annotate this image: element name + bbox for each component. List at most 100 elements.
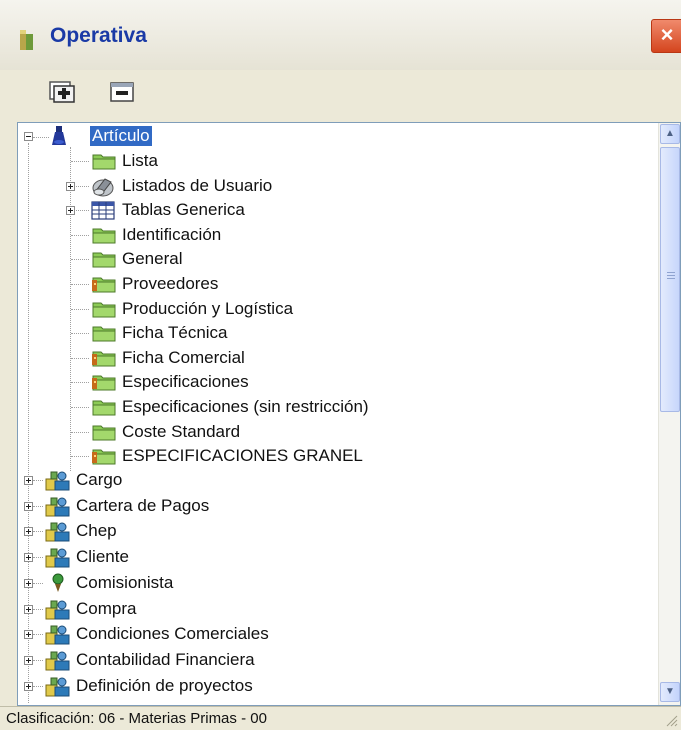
tree-connector	[71, 382, 89, 384]
tree-label[interactable]: Ficha Técnica	[122, 323, 228, 343]
expand-toggle[interactable]	[24, 476, 33, 485]
folder-key-icon	[91, 372, 117, 397]
expand-toggle[interactable]	[66, 181, 75, 191]
tree-connector	[71, 259, 89, 261]
flask-icon	[51, 125, 67, 152]
tree-label[interactable]: Condiciones Comerciales	[76, 624, 269, 644]
collapse-all-button[interactable]	[108, 78, 136, 104]
scroll-down-arrow-icon[interactable]: ▼	[660, 682, 680, 702]
module-icon	[45, 546, 71, 573]
tree-connector	[71, 333, 89, 335]
reports-icon	[91, 176, 115, 203]
tree-connector	[71, 357, 89, 359]
thumb-grip	[667, 275, 675, 276]
tree-label[interactable]: Cartera de Pagos	[76, 496, 209, 516]
tree-label[interactable]: Producción y Logística	[122, 299, 293, 319]
tree-label[interactable]: Especificaciones	[122, 372, 249, 392]
tree-label[interactable]: Chep	[76, 521, 117, 541]
scroll-up-arrow-icon[interactable]: ▲	[660, 124, 680, 144]
tree-connector	[71, 456, 89, 458]
title-bar[interactable]: Operativa ×	[0, 0, 681, 70]
tree-label[interactable]: Identificación	[122, 225, 221, 245]
module-icon	[45, 598, 71, 625]
tree-connector	[33, 531, 43, 533]
folder-icon	[91, 422, 117, 447]
expand-toggle[interactable]	[24, 553, 33, 563]
expand-toggle[interactable]	[24, 527, 33, 537]
tree-connector	[33, 685, 43, 687]
collapse-toggle[interactable]	[24, 132, 33, 141]
expand-toggle[interactable]	[24, 578, 33, 588]
tree-label[interactable]: Lista	[122, 151, 158, 171]
expand-toggle[interactable]	[24, 630, 33, 640]
scroll-thumb[interactable]	[660, 147, 680, 412]
window-title: Operativa	[50, 24, 147, 47]
tree-label[interactable]: Contabilidad Financiera	[76, 650, 255, 670]
tree-view[interactable]: Artículo Lista Listados de Usuario Tablas …	[17, 122, 681, 706]
vertical-scrollbar[interactable]: ▲ ▼	[658, 123, 680, 705]
thumb-grip	[667, 278, 675, 279]
collapse-all-icon	[110, 82, 134, 102]
tree-label[interactable]: General	[122, 249, 182, 269]
tree-label[interactable]: Compra	[76, 599, 136, 619]
tree-connector	[71, 407, 89, 408]
tree-label[interactable]: Cargo	[76, 470, 122, 490]
status-text: Clasificación: 06 - Materias Primas - 00	[6, 710, 267, 727]
tree-content: Artículo Lista Listados de Usuario Tablas …	[18, 123, 658, 705]
module-icon	[45, 520, 71, 547]
resize-grip-icon[interactable]	[664, 713, 678, 727]
expand-toggle[interactable]	[24, 655, 33, 665]
expand-toggle[interactable]	[24, 604, 33, 614]
tree-label[interactable]: Tablas Generica	[122, 200, 245, 220]
expand-toggle[interactable]	[24, 681, 33, 691]
tree-label[interactable]: Proveedores	[122, 274, 218, 294]
thumb-grip	[667, 272, 675, 273]
folder-icon	[91, 225, 117, 250]
folder-icon	[91, 323, 117, 348]
status-bar: Clasificación: 06 - Materias Primas - 00	[0, 706, 681, 730]
module-icon	[45, 623, 71, 650]
tree-connector	[33, 608, 43, 610]
close-button[interactable]: ×	[651, 19, 681, 53]
tree-connector	[33, 137, 49, 138]
tree-label[interactable]: Especificaciones (sin restricción)	[122, 397, 369, 417]
tree-connector	[33, 582, 43, 584]
expand-toggle[interactable]	[24, 501, 33, 511]
folder-key-icon	[91, 348, 117, 373]
tree-connector	[71, 284, 89, 285]
operativa-window: Operativa × Artículo Lista Listados de U…	[0, 0, 681, 730]
tree-connector	[33, 659, 43, 661]
expand-all-button[interactable]	[48, 78, 76, 104]
expand-toggle[interactable]	[66, 206, 75, 216]
expand-all-icon	[49, 81, 75, 103]
tree-connector	[71, 308, 89, 310]
tree-label[interactable]: Definición de proyectos	[76, 676, 253, 696]
folder-icon	[91, 299, 117, 324]
tree-connector	[28, 143, 29, 703]
tree-label-articulo[interactable]: Artículo	[90, 126, 152, 146]
table-icon	[91, 200, 115, 225]
app-icon	[20, 30, 33, 50]
module-icon	[45, 495, 71, 522]
toolbar	[0, 70, 681, 120]
tree-connector	[33, 557, 43, 559]
folder-icon	[91, 249, 117, 274]
module-icon	[45, 649, 71, 676]
tree-label[interactable]: Comisionista	[76, 573, 173, 593]
tree-label[interactable]: Cliente	[76, 547, 129, 567]
folder-icon	[91, 397, 117, 422]
tree-label[interactable]: Coste Standard	[122, 422, 240, 442]
module-icon	[45, 469, 71, 496]
tree-label[interactable]: ESPECIFICACIONES GRANEL	[122, 446, 363, 466]
tree-label[interactable]: Listados de Usuario	[122, 176, 272, 196]
tree-connector	[33, 634, 43, 636]
tree-connector	[33, 505, 43, 507]
folder-icon	[91, 151, 117, 176]
green-dot-icon	[45, 572, 71, 599]
module-icon	[45, 675, 71, 702]
tree-connector	[71, 234, 89, 236]
tree-label[interactable]: Ficha Comercial	[122, 348, 245, 368]
folder-key-icon	[91, 274, 117, 299]
tree-connector	[71, 161, 89, 162]
tree-connector	[33, 480, 43, 481]
